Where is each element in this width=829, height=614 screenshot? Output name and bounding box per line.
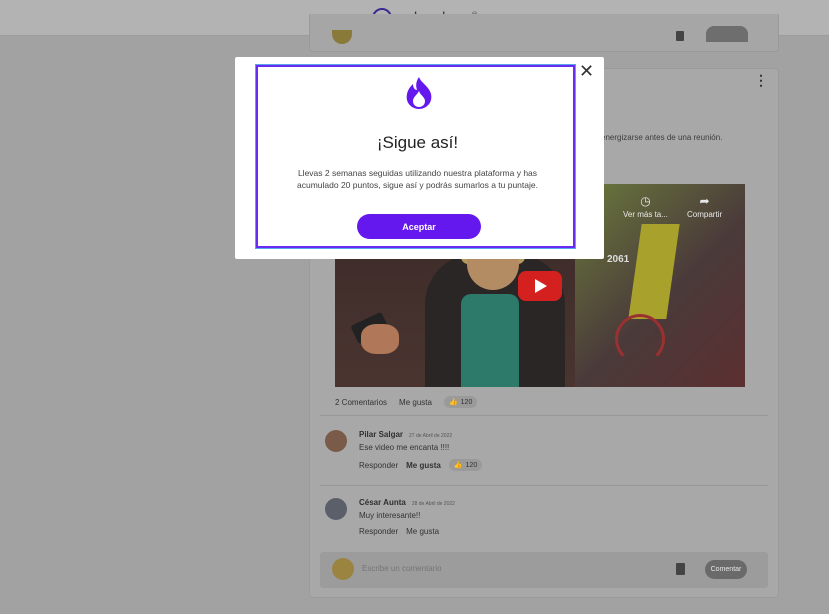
comment-text: Muy interesante!!: [359, 511, 421, 520]
like-count-badge: 👍 120: [448, 459, 483, 471]
modal-title: ¡Sigue así!: [376, 133, 459, 152]
comment-date: 27 de Abril de 2022: [409, 433, 453, 439]
watch-later-button[interactable]: ◷ Ver más ta...: [623, 194, 668, 219]
like-count-badge: 👍 120: [443, 396, 478, 408]
clock-icon: ◷: [640, 194, 651, 208]
reply-button[interactable]: Responder: [359, 527, 398, 536]
comment-author: César Aunta 28 de Abril de 2022: [359, 498, 455, 507]
flame-icon: [406, 77, 432, 109]
share-button[interactable]: ➦ Compartir: [687, 194, 722, 219]
comment-like-button[interactable]: Me gusta: [406, 461, 441, 470]
streak-modal: ✕ ¡Sigue así! Llevas 2 semanas seguidas …: [235, 57, 604, 259]
share-icon: ➦: [699, 194, 710, 208]
avatar: [325, 498, 347, 520]
avatar: [325, 430, 347, 452]
comment-item: Pilar Salgar 27 de Abril de 2022 Ese vide…: [325, 430, 765, 474]
modal-content: ¡Sigue así! Llevas 2 semanas seguidas ut…: [255, 64, 576, 249]
thumbs-up-icon: 👍: [453, 462, 463, 469]
video-sign: 2061: [607, 254, 630, 265]
video-hand: [361, 324, 399, 354]
previous-post-card: [309, 14, 779, 52]
comment-date: 28 de Abril de 2022: [411, 501, 455, 507]
comment-actions: Responder Me gusta: [359, 527, 439, 536]
attach-file-icon[interactable]: [676, 31, 684, 41]
close-icon[interactable]: ✕: [579, 63, 594, 81]
comment-text: Ese video me encanta !!!!: [359, 443, 450, 452]
divider: [320, 485, 768, 486]
comment-composer: Comentar: [320, 552, 768, 588]
post-text: energizarse antes de una reunión.: [601, 133, 723, 142]
comment-like-button[interactable]: Me gusta: [406, 527, 439, 536]
like-button[interactable]: Me gusta: [399, 398, 432, 407]
video-red-hands: [615, 314, 665, 364]
post-stats: 2 Comentarios Me gusta 👍 120: [335, 396, 478, 408]
reply-button[interactable]: Responder: [359, 461, 398, 470]
attach-file-icon[interactable]: [676, 563, 685, 575]
video-speaker-shirt: [461, 294, 519, 387]
comment-item: César Aunta 28 de Abril de 2022 Muy inter…: [325, 498, 765, 542]
thumbs-up-icon: 👍: [448, 399, 458, 406]
play-button[interactable]: [518, 271, 562, 301]
comment-author: Pilar Salgar 27 de Abril de 2022: [359, 430, 453, 439]
comment-button[interactable]: [706, 26, 748, 42]
accept-button[interactable]: Aceptar: [357, 214, 481, 239]
comment-actions: Responder Me gusta 👍 120: [359, 459, 483, 471]
comment-input[interactable]: [362, 564, 562, 573]
comments-count-link[interactable]: 2 Comentarios: [335, 398, 387, 407]
modal-message: Llevas 2 semanas seguidas utilizando nue…: [297, 168, 538, 190]
avatar: [332, 558, 354, 580]
divider: [320, 415, 768, 416]
more-options-icon[interactable]: ⋮: [754, 73, 768, 87]
avatar: [332, 30, 352, 44]
comment-submit-button[interactable]: Comentar: [705, 560, 747, 579]
